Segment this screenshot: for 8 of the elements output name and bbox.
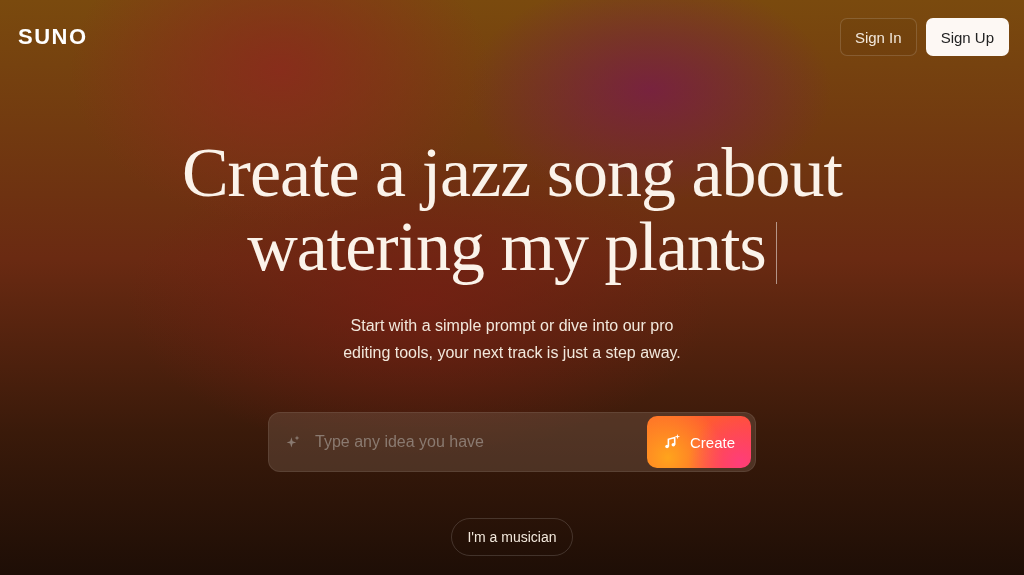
sign-up-button[interactable]: Sign Up <box>925 18 1009 56</box>
sign-in-button[interactable]: Sign In <box>839 18 917 56</box>
subtitle: Start with a simple prompt or dive into our pro editing tools, your next track is just a step away. <box>343 316 681 363</box>
music-note-icon <box>663 433 681 451</box>
logo[interactable]: SUNO <box>18 24 88 50</box>
headline: Create a jazz song about <box>181 136 843 210</box>
headline: watering my plants <box>247 210 777 284</box>
sparkle-icon <box>285 434 301 450</box>
